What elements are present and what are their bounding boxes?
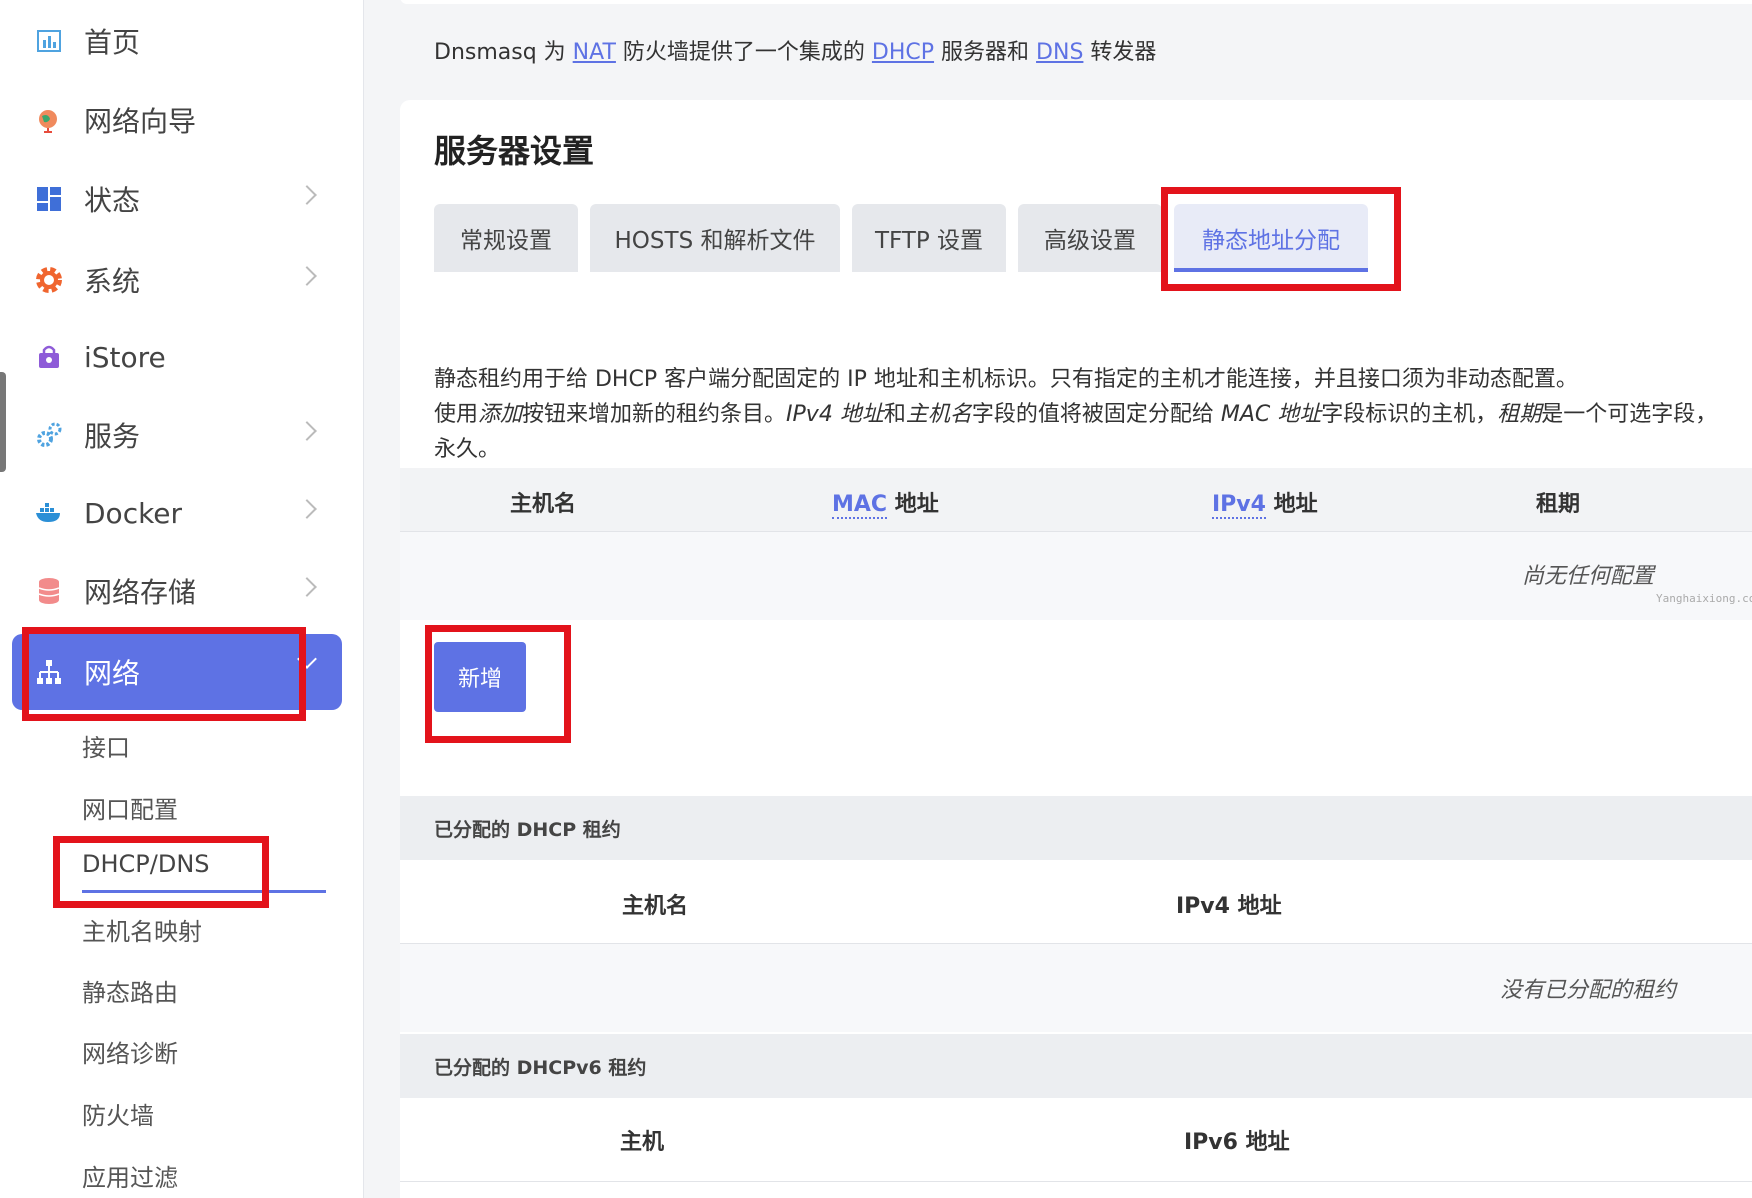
mac-abbr: MAC (832, 492, 888, 519)
dhcp-leases-title: 已分配的 DHCP 租约 (400, 796, 1752, 860)
main-content: Dnsmasq 为 NAT 防火墙提供了一个集成的 DHCP 服务器和 DNS … (364, 0, 1752, 1198)
static-leases-table-header: 主机名 MAC 地址 IPv4 地址 租期 (400, 468, 1752, 532)
page-title: 服务器设置 (434, 132, 595, 170)
gear-icon (34, 265, 64, 295)
globe-icon (34, 105, 64, 135)
intro-mid2: 服务器和 (934, 40, 1037, 65)
sidebar-item-label: 网络向导 (84, 105, 197, 138)
sidebar-item-label: 网络存储 (84, 576, 197, 609)
sidebar-item-label: 状态 (84, 184, 141, 217)
col-lease: 租期 (1536, 492, 1581, 517)
sidebar-item-istore[interactable]: iStore (12, 322, 342, 392)
chevron-right-icon (297, 185, 317, 205)
docker-whale-icon (34, 498, 64, 528)
services-gears-icon (34, 420, 64, 450)
chevron-right-icon (297, 499, 317, 519)
server-settings-card: 服务器设置 常规设置 HOSTS 和解析文件 TFTP 设置 高级设置 静态地址… (400, 100, 1752, 1198)
dhcpv6-leases-title: 已分配的 DHCPv6 租约 (400, 1034, 1752, 1098)
empty-message: 尚无任何配置 (1522, 564, 1655, 589)
sidebar-scrollbar[interactable] (0, 372, 6, 472)
tab-tftp[interactable]: TFTP 设置 (852, 204, 1006, 272)
ipv4-abbr: IPv4 (1212, 492, 1266, 519)
col-mac: MAC 地址 (832, 486, 939, 519)
sidebar-sub-hostnames[interactable]: 主机名映射 (82, 912, 202, 947)
col-hostname: 主机名 (510, 492, 577, 517)
sidebar-item-storage[interactable]: 网络存储 (12, 556, 342, 626)
ipv4-rest: 地址 (1265, 492, 1318, 517)
sidebar-item-label: Docker (84, 496, 183, 530)
desc-line-1: 静态租约用于给 DHCP 客户端分配固定的 IP 地址和主机标识。只有指定的主机… (434, 367, 1578, 392)
sidebar-sub-app-filter[interactable]: 应用过滤 (82, 1158, 178, 1193)
empty-message: 没有已分配的租约 (1500, 978, 1677, 1003)
dashboard-icon (34, 26, 64, 56)
sidebar-item-home[interactable]: 首页 (12, 6, 342, 76)
intro-mid1: 防火墙提供了一个集成的 (615, 40, 872, 65)
col-host: 主机 (620, 1130, 665, 1155)
sidebar-item-system[interactable]: 系统 (12, 245, 342, 315)
desc-line-3: 永久。 (434, 437, 501, 462)
tab-hosts[interactable]: HOSTS 和解析文件 (590, 204, 840, 272)
dns-link[interactable]: DNS (1036, 40, 1083, 65)
grid-icon (34, 184, 64, 214)
chevron-right-icon (297, 577, 317, 597)
mac-rest: 地址 (887, 492, 939, 517)
store-bag-icon (34, 342, 64, 372)
tab-advanced[interactable]: 高级设置 (1018, 204, 1162, 272)
col-ipv4: IPv4 地址 (1212, 486, 1318, 519)
intro-suffix: 转发器 (1083, 40, 1157, 65)
sidebar: 首页 网络向导 状态 系统 iStore 服务 Docker 网络存储 网络 接… (0, 0, 364, 1198)
highlight-network-menu (22, 627, 306, 721)
col-ipv6: IPv6 地址 (1184, 1130, 1290, 1155)
sidebar-item-docker[interactable]: Docker (12, 478, 342, 548)
static-leases-description: 静态租约用于给 DHCP 客户端分配固定的 IP 地址和主机标识。只有指定的主机… (434, 362, 1717, 467)
chevron-right-icon (297, 266, 317, 286)
dhcp-leases-empty-row: 没有已分配的租约 (400, 944, 1752, 1032)
highlight-static-tab (1161, 187, 1401, 291)
sidebar-sub-static-routes[interactable]: 静态路由 (82, 973, 178, 1008)
dhcp-link[interactable]: DHCP (872, 40, 934, 65)
nat-link[interactable]: NAT (573, 40, 616, 65)
sidebar-sub-firewall[interactable]: 防火墙 (82, 1096, 154, 1131)
sidebar-item-status[interactable]: 状态 (12, 164, 342, 234)
tab-general[interactable]: 常规设置 (434, 204, 578, 272)
desc-line-2: 使用添加按钮来增加新的租约条目。IPv4 地址和主机名字段的值将被固定分配给 M… (434, 402, 1718, 427)
sidebar-item-label: iStore (84, 340, 166, 374)
sidebar-sub-diagnostics[interactable]: 网络诊断 (82, 1034, 178, 1069)
sidebar-item-label: 服务 (84, 420, 141, 453)
sidebar-sub-interfaces[interactable]: 接口 (82, 728, 130, 763)
watermark: Yanghaixiong.com (1656, 592, 1752, 605)
sidebar-item-services[interactable]: 服务 (12, 400, 342, 470)
static-leases-empty-row: 尚无任何配置 Yanghaixiong.com (400, 532, 1752, 620)
dhcp-leases-table-header: 主机名 IPv4 地址 (400, 860, 1752, 944)
sidebar-item-label: 系统 (84, 265, 141, 298)
highlight-add-button (425, 625, 571, 743)
dhcpv6-leases-table-header: 主机 IPv6 地址 (400, 1098, 1752, 1182)
intro-prefix: Dnsmasq 为 (434, 40, 573, 65)
col-ipv4: IPv4 地址 (1176, 894, 1282, 919)
sidebar-sub-port-config[interactable]: 网口配置 (82, 790, 178, 825)
chevron-right-icon (297, 421, 317, 441)
top-card-edge (400, 0, 1752, 4)
sidebar-item-label: 首页 (84, 26, 141, 59)
database-icon (34, 576, 64, 606)
col-hostname: 主机名 (622, 894, 689, 919)
sidebar-item-wizard[interactable]: 网络向导 (12, 85, 342, 155)
intro-text: Dnsmasq 为 NAT 防火墙提供了一个集成的 DHCP 服务器和 DNS … (434, 34, 1156, 66)
highlight-dhcp-dns (53, 836, 269, 908)
